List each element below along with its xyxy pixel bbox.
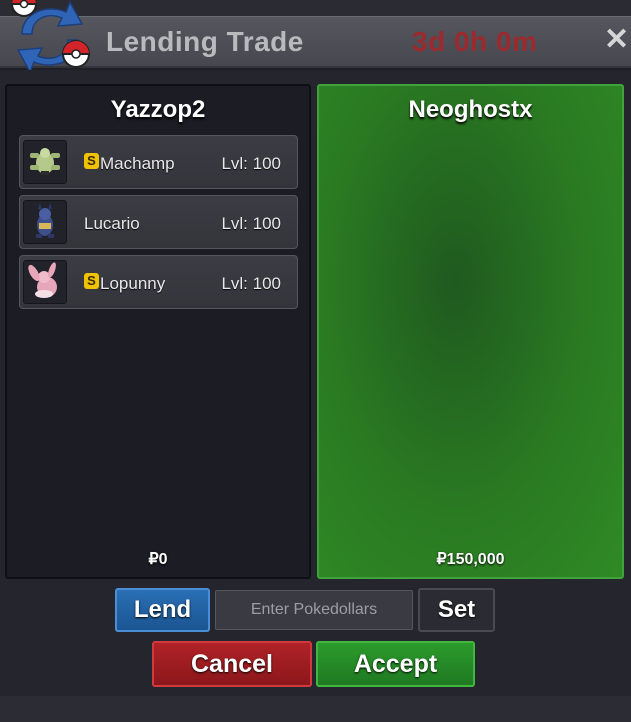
partner-name: Neoghostx (408, 96, 533, 123)
machamp-sprite-icon (23, 140, 67, 184)
trade-pokeball-arrows-icon (11, 0, 90, 74)
shiny-badge: S (84, 153, 99, 169)
player-name: Yazzop2 (110, 96, 206, 123)
window-title: Lending Trade (106, 26, 304, 57)
my-pokedollars: ₽0 (148, 551, 168, 568)
cancel-button[interactable]: Cancel (152, 641, 312, 687)
partner-pokedollars: ₽150,000 (436, 551, 505, 568)
bottom-strip (0, 696, 631, 722)
pokemon-slot-lucario[interactable]: Lucario Lvl: 100 (19, 195, 298, 249)
trade-timer: 3d 0h 0m (412, 26, 538, 57)
my-offer-panel: Yazzop2 S Machamp Lvl: 100 Lucario Lvl: … (5, 84, 311, 579)
trade-window-body: Yazzop2 S Machamp Lvl: 100 Lucario Lvl: … (0, 70, 631, 696)
partner-offer-panel: Neoghostx ₽150,000 (317, 84, 624, 579)
pokemon-name: Lucario (84, 214, 140, 233)
pokemon-level: Lvl: 100 (221, 214, 281, 233)
lucario-sprite-icon (23, 200, 67, 244)
pokemon-level: Lvl: 100 (221, 154, 281, 173)
pokemon-slot-lopunny[interactable]: S Lopunny Lvl: 100 (19, 255, 298, 309)
pokemon-slot-machamp[interactable]: S Machamp Lvl: 100 (19, 135, 298, 189)
shiny-badge: S (84, 273, 99, 289)
lend-button[interactable]: Lend (115, 588, 210, 632)
pokemon-name: Lopunny (100, 274, 166, 293)
set-button[interactable]: Set (418, 588, 495, 632)
pokemon-level: Lvl: 100 (221, 274, 281, 293)
lopunny-sprite-icon (23, 260, 67, 304)
close-icon[interactable]: ✕ (604, 23, 631, 57)
accept-button[interactable]: Accept (316, 641, 475, 687)
pokemon-name: Machamp (100, 154, 175, 173)
pokedollar-input[interactable] (215, 590, 413, 630)
